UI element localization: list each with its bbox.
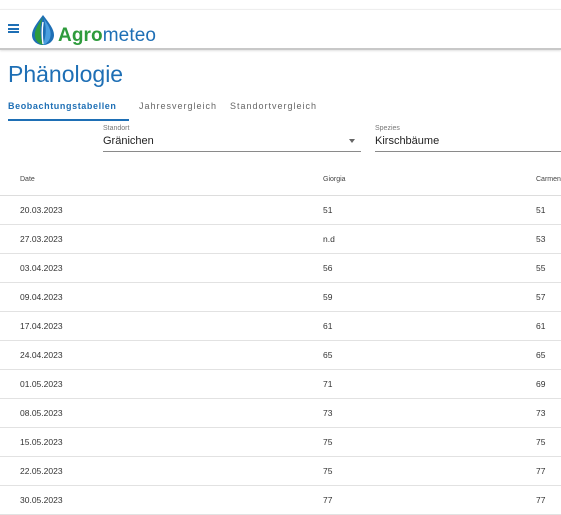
standort-label: Standort <box>103 125 130 132</box>
giorgia-cell: 75 <box>323 466 333 476</box>
table-row: 15.05.2023 75 75 <box>0 428 561 457</box>
date-cell: 22.05.2023 <box>20 466 63 476</box>
observation-table: Date Giorgia Carmen 20.03.2023 51 51 27.… <box>0 165 561 515</box>
table-row: 22.05.2023 75 77 <box>0 457 561 486</box>
carmen-cell: 55 <box>536 263 546 273</box>
brand-name-part2: meteo <box>102 25 157 46</box>
standort-select[interactable]: Standort Gränichen <box>103 124 361 152</box>
giorgia-cell: 77 <box>323 495 333 505</box>
table-row: 09.04.2023 59 57 <box>0 283 561 312</box>
column-header-date[interactable]: Date <box>20 165 35 195</box>
hamburger-menu-icon[interactable] <box>8 24 19 33</box>
table-row: 01.05.2023 71 69 <box>0 370 561 399</box>
carmen-cell: 69 <box>536 379 546 389</box>
spezies-label: Spezies <box>375 125 400 132</box>
spezies-select[interactable]: Spezies Kirschbäume <box>375 124 561 152</box>
giorgia-cell: 65 <box>323 350 333 360</box>
table-row: 20.03.2023 51 51 <box>0 196 561 225</box>
date-cell: 20.03.2023 <box>20 205 63 215</box>
date-cell: 01.05.2023 <box>20 379 63 389</box>
date-cell: 24.04.2023 <box>20 350 63 360</box>
date-cell: 27.03.2023 <box>20 234 63 244</box>
tab-standortvergleich[interactable]: Standortvergleich <box>230 100 317 119</box>
giorgia-cell: 51 <box>323 205 333 215</box>
date-cell: 03.04.2023 <box>20 263 63 273</box>
giorgia-cell: 61 <box>323 321 333 331</box>
giorgia-cell: n.d <box>323 234 335 244</box>
date-cell: 09.04.2023 <box>20 292 63 302</box>
standort-value: Gränichen <box>103 135 154 147</box>
giorgia-cell: 59 <box>323 292 333 302</box>
table-row: 27.03.2023 n.d 53 <box>0 225 561 254</box>
table-row: 03.04.2023 56 55 <box>0 254 561 283</box>
carmen-cell: 75 <box>536 437 546 447</box>
leaf-drop-logo-icon <box>32 15 54 45</box>
column-header-carmen[interactable]: Carmen <box>536 165 561 195</box>
tab-jahresvergleich[interactable]: Jahresvergleich <box>139 100 217 119</box>
date-cell: 08.05.2023 <box>20 408 63 418</box>
table-row: 17.04.2023 61 61 <box>0 312 561 341</box>
carmen-cell: 61 <box>536 321 546 331</box>
tab-bar: Beobachtungstabellen Jahresvergleich Sta… <box>8 100 561 121</box>
giorgia-cell: 56 <box>323 263 333 273</box>
carmen-cell: 77 <box>536 495 546 505</box>
table-row: 30.05.2023 77 77 <box>0 486 561 515</box>
dropdown-caret-icon[interactable] <box>349 139 355 143</box>
active-tab-indicator <box>8 119 129 121</box>
table-header: Date Giorgia Carmen <box>0 165 561 196</box>
date-cell: 17.04.2023 <box>20 321 63 331</box>
column-header-giorgia[interactable]: Giorgia <box>323 165 346 195</box>
date-cell: 30.05.2023 <box>20 495 63 505</box>
page-title: Phänologie <box>8 61 124 87</box>
carmen-cell: 51 <box>536 205 546 215</box>
carmen-cell: 65 <box>536 350 546 360</box>
date-cell: 15.05.2023 <box>20 437 63 447</box>
giorgia-cell: 73 <box>323 408 333 418</box>
giorgia-cell: 75 <box>323 437 333 447</box>
app-header: Agrometeo <box>0 9 561 50</box>
brand-logo[interactable]: Agrometeo <box>58 25 156 47</box>
carmen-cell: 73 <box>536 408 546 418</box>
brand-name-part1: Agro <box>58 25 103 46</box>
carmen-cell: 77 <box>536 466 546 476</box>
table-row: 24.04.2023 65 65 <box>0 341 561 370</box>
carmen-cell: 57 <box>536 292 546 302</box>
spezies-value: Kirschbäume <box>375 135 440 147</box>
tab-beobachtungstabellen[interactable]: Beobachtungstabellen <box>8 100 117 119</box>
carmen-cell: 53 <box>536 234 546 244</box>
table-row: 08.05.2023 73 73 <box>0 399 561 428</box>
giorgia-cell: 71 <box>323 379 333 389</box>
